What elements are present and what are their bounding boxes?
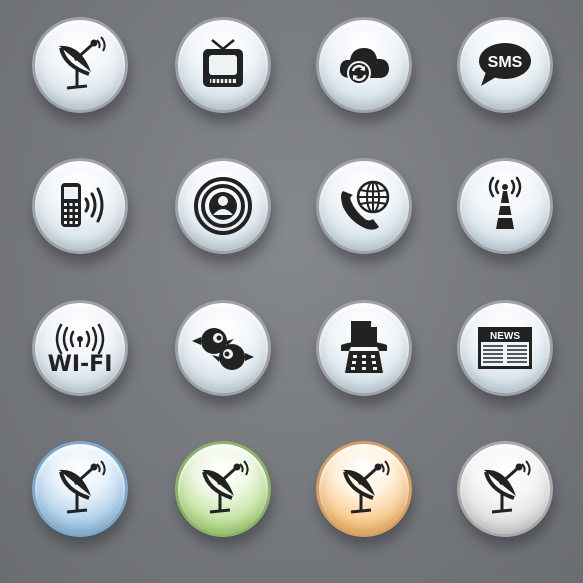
satellite-dish-gray-button[interactable] [457,441,553,537]
fax-button[interactable] [316,300,412,396]
satellite-dish-icon [47,32,113,98]
cloud-sync-button[interactable] [316,17,412,113]
birds-chat-button[interactable] [175,300,271,396]
satellite-dish-button[interactable] [32,17,128,113]
wifi-label: WI-FI [48,352,113,377]
cloud-sync-icon [331,32,397,98]
satellite-dish-blue-button[interactable] [32,441,128,537]
newspaper-button[interactable]: NEWS [457,300,553,396]
satellite-dish-icon [190,456,256,522]
user-broadcast-button[interactable] [175,158,271,254]
tv-icon [190,32,256,98]
news-label: NEWS [490,331,520,342]
wifi-button[interactable]: WI-FI [32,300,128,396]
birds-chat-icon [190,315,256,381]
global-phone-icon [331,173,397,239]
antenna-tower-button[interactable] [457,158,553,254]
antenna-tower-icon [472,173,538,239]
fax-icon [331,315,397,381]
sms-button[interactable]: SMS [457,17,553,113]
icon-grid: SMS WI-FI NEWS [0,0,583,583]
satellite-dish-icon [472,456,538,522]
wifi-icon: WI-FI [47,315,113,381]
sms-label: SMS [488,54,523,71]
mobile-phone-signal-button[interactable] [32,158,128,254]
satellite-dish-icon [331,456,397,522]
satellite-dish-green-button[interactable] [175,441,271,537]
satellite-dish-orange-button[interactable] [316,441,412,537]
tv-button[interactable] [175,17,271,113]
user-broadcast-icon [190,173,256,239]
global-phone-button[interactable] [316,158,412,254]
sms-icon: SMS [472,32,538,98]
satellite-dish-icon [47,456,113,522]
mobile-phone-signal-icon [47,173,113,239]
newspaper-icon: NEWS [472,315,538,381]
